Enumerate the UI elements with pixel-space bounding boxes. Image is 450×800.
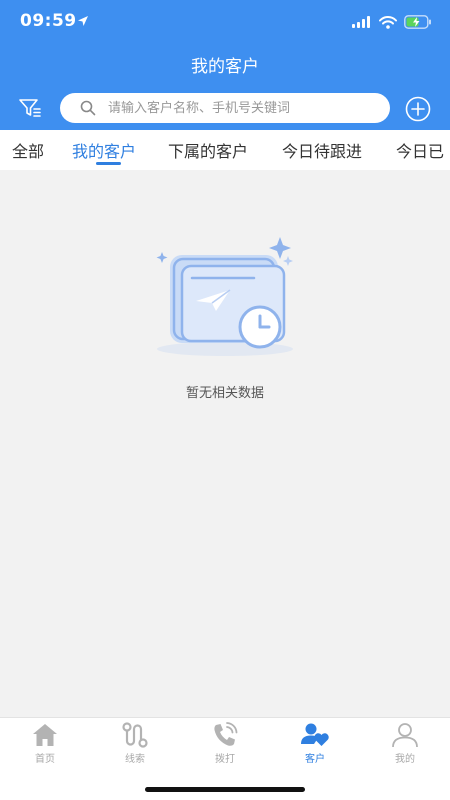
customers-icon <box>301 723 329 746</box>
add-customer-icon[interactable] <box>405 96 431 122</box>
home-indicator <box>145 787 305 792</box>
tabbar-label-profile: 我的 <box>395 754 415 765</box>
tabbar-label-call: 拨打 <box>215 754 235 765</box>
tab-subordinate-customers[interactable]: 下属的客户 <box>168 138 248 162</box>
tabbar-label-home: 首页 <box>35 754 55 765</box>
status-indicators <box>352 14 432 30</box>
home-icon <box>33 724 57 746</box>
phone-icon <box>214 722 238 746</box>
tabbar-item-profile[interactable]: 我的 <box>375 722 435 765</box>
search-input[interactable] <box>106 99 370 117</box>
tabbar-item-call[interactable]: 拨打 <box>195 722 255 765</box>
filter-icon[interactable] <box>18 97 42 119</box>
page-title: 我的客户 <box>191 57 259 77</box>
active-tab-indicator <box>96 162 121 165</box>
route-icon <box>122 722 148 748</box>
cellular-signal-icon <box>352 16 370 28</box>
location-arrow-icon <box>78 16 88 26</box>
status-time: 09:59 <box>20 11 77 31</box>
tabbar-label-customers: 客户 <box>305 754 325 765</box>
wifi-icon <box>379 15 397 29</box>
tabbar-item-home[interactable]: 首页 <box>15 722 75 765</box>
tabbar-item-customers[interactable]: 客户 <box>285 722 345 765</box>
tab-my-customers[interactable]: 我的客户 <box>72 138 136 162</box>
tabbar-label-leads: 线索 <box>125 754 145 765</box>
profile-icon <box>392 723 418 748</box>
battery-charging-icon <box>404 15 431 29</box>
search-icon <box>80 100 96 116</box>
header: 09:59 我的客户 <box>0 0 450 130</box>
tabbar-item-leads[interactable]: 线索 <box>105 722 165 765</box>
tab-today-follow-up[interactable]: 今日待跟进 <box>282 138 362 162</box>
empty-state-text: 暂无相关数据 <box>185 386 264 401</box>
search-bar[interactable] <box>60 93 390 123</box>
empty-data-illustration <box>156 237 293 356</box>
tab-today-done[interactable]: 今日已 <box>396 138 444 162</box>
status-bar: 09:59 <box>0 0 450 44</box>
customer-tabs: 全部 我的客户 下属的客户 今日待跟进 今日已 <box>0 130 450 170</box>
tab-all[interactable]: 全部 <box>12 138 44 162</box>
